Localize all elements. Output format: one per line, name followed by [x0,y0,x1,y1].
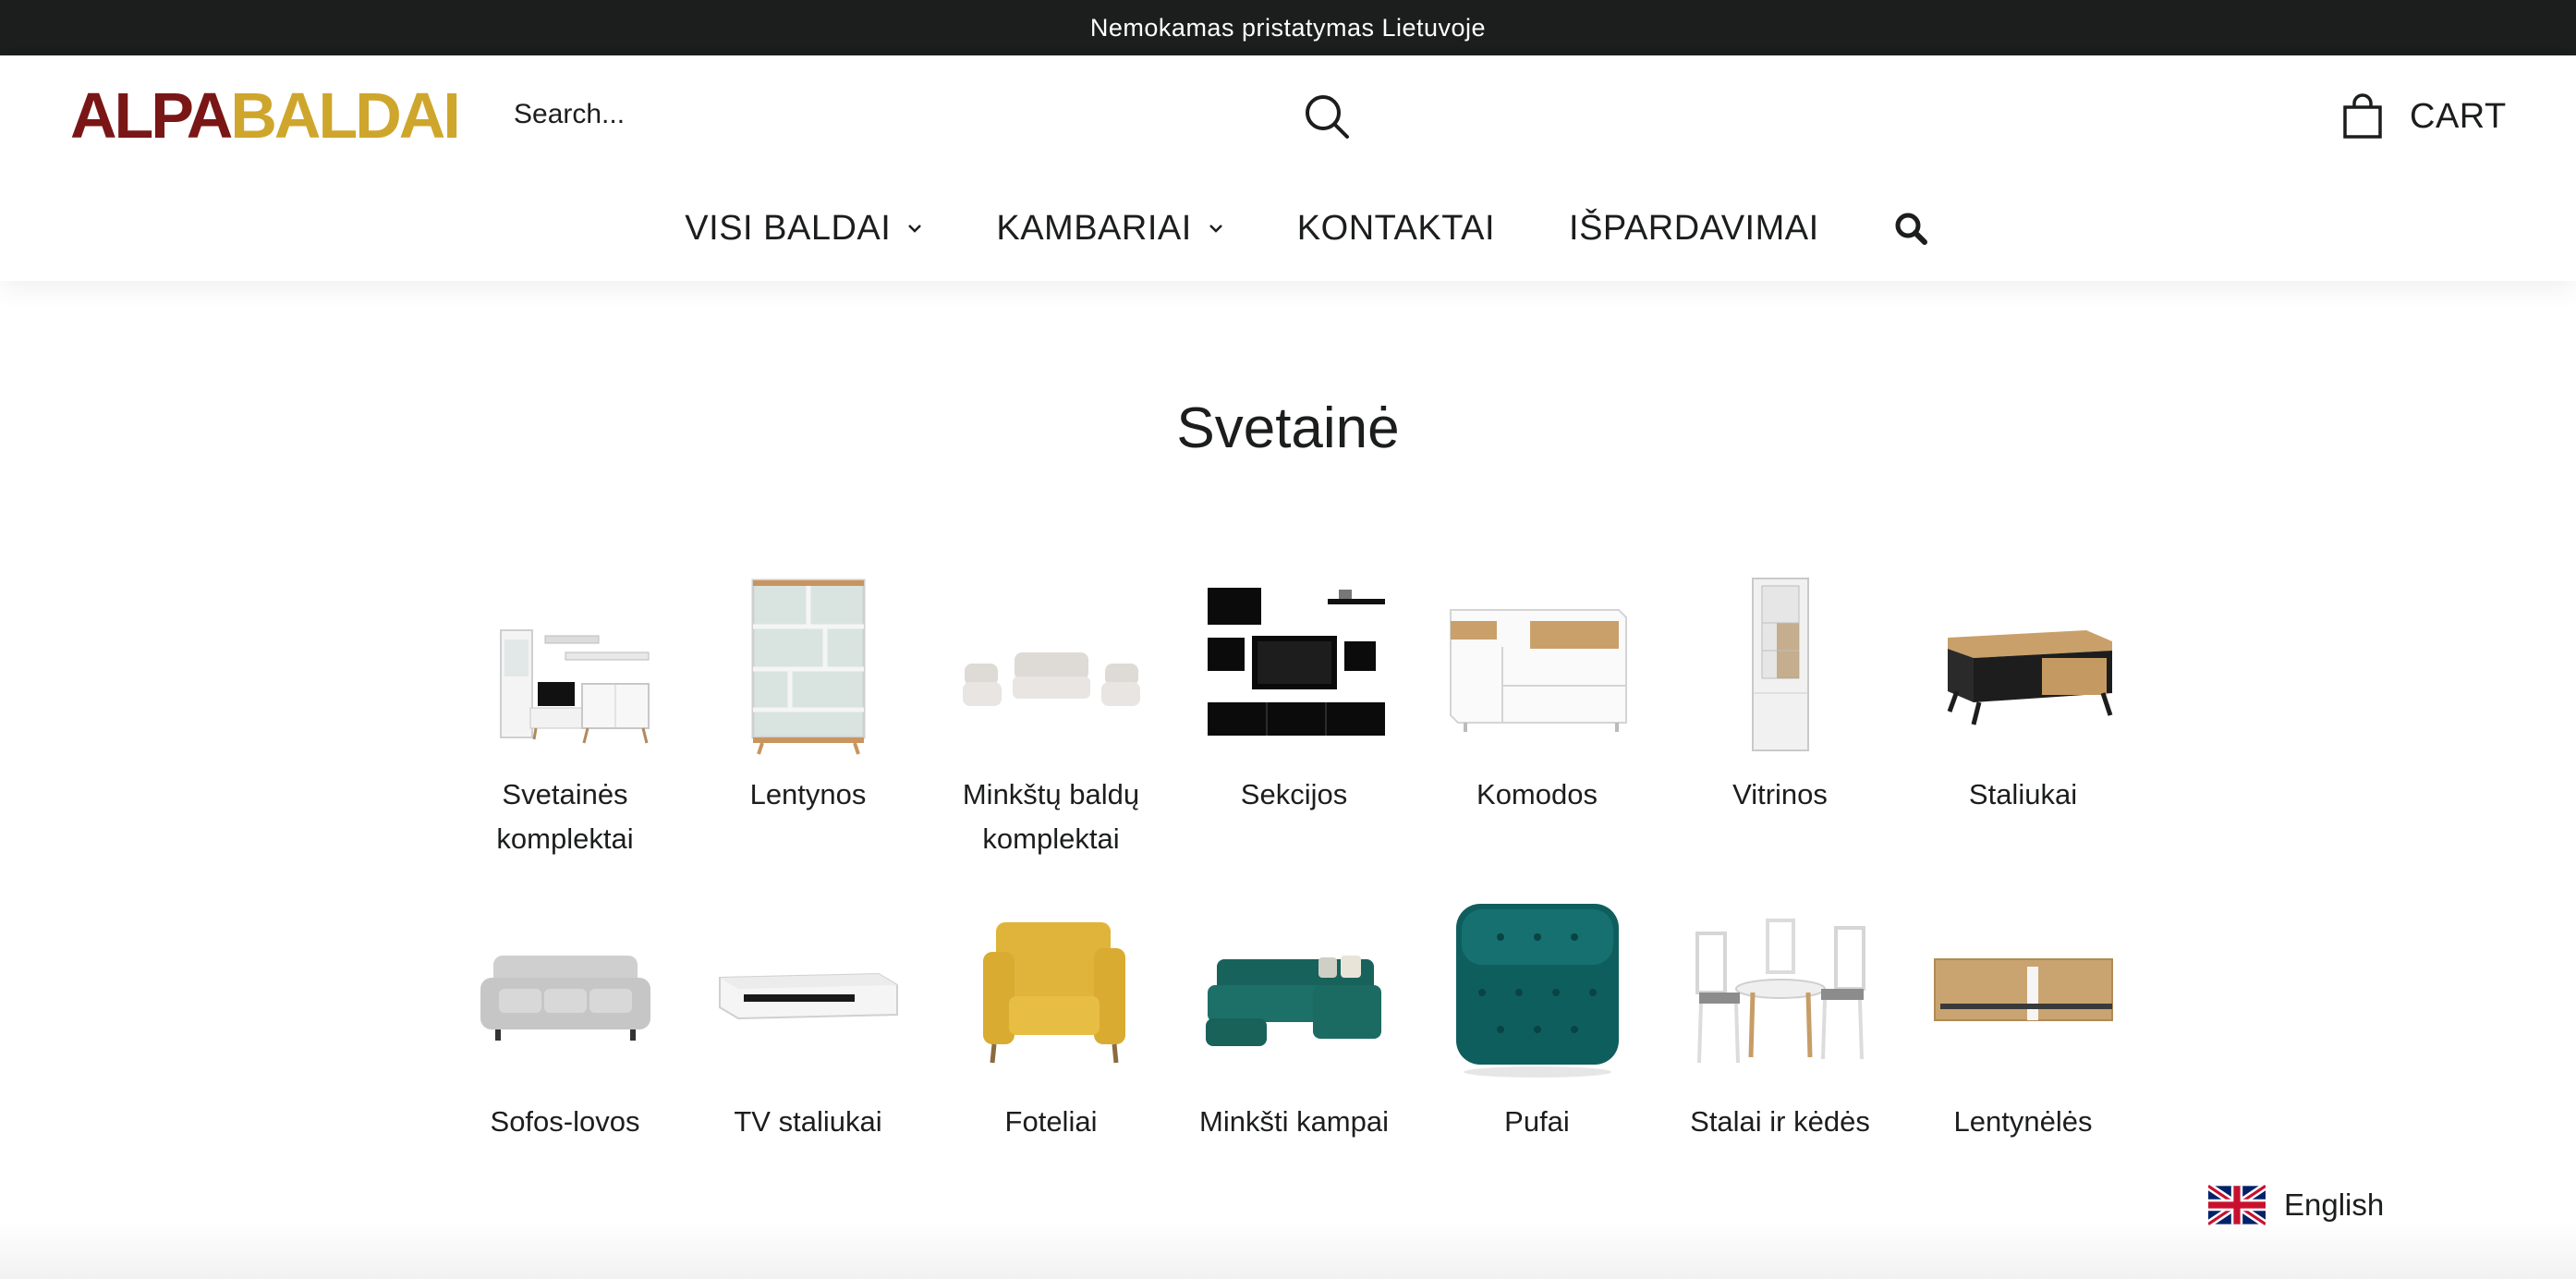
site-header: ALPA BALDAI CART VISI BALDAI KAMBARIAI [0,55,2576,281]
page-title: Svetainė [1176,396,1400,460]
search-bar [499,91,1354,139]
logo-part-2: BALDAI [230,79,460,152]
announcement-bar: Nemokamas pristatymas Lietuvoje [0,0,2576,55]
category-label: Pufai [1504,1105,1570,1138]
category-item[interactable]: TV staliukai [687,900,930,1144]
chevron-down-icon [1209,225,1222,233]
category-label: Foteliai [1004,1105,1098,1138]
category-item[interactable]: Vitrinos [1659,573,1902,861]
coffee-table-icon [1931,573,2116,758]
sofa-set-icon [959,573,1144,758]
nav-item-ispardavimai[interactable]: IŠPARDAVIMAI [1569,209,1819,249]
category-item[interactable]: Lentynos [687,573,930,861]
category-item[interactable]: Stalai ir kėdės [1659,900,1902,1144]
category-item[interactable]: Foteliai [930,900,1173,1144]
category-item[interactable]: Staliukai [1902,573,2145,861]
main-nav: VISI BALDAI KAMBARIAI KONTAKTAI IŠPARDAV… [0,201,2576,255]
category-label: Svetainės komplektai [496,778,634,855]
search-input[interactable] [499,99,1275,130]
chevron-down-icon [908,225,922,233]
nav-item-visi-baldai[interactable]: VISI BALDAI [685,209,922,249]
nav-item-label: KONTAKTAI [1296,208,1496,248]
category-grid: Svetainės komplektai Lentynos Minkštų ba… [444,573,2151,1144]
dresser-icon [1445,573,1630,758]
category-item[interactable]: Minkštų baldų komplektai [930,573,1173,861]
category-item[interactable]: Svetainės komplektai [444,573,687,861]
category-label: Stalai ir kėdės [1690,1105,1870,1138]
category-label: Komodos [1476,778,1598,810]
wall-unit-icon [1202,573,1387,758]
category-label: Sekcijos [1240,778,1348,810]
armchair-icon [959,900,1144,1085]
uk-flag-icon [2208,1185,2266,1225]
category-label: Vitrinos [1732,778,1828,810]
nav-item-kambariai[interactable]: KAMBARIAI [996,209,1222,249]
category-item[interactable]: Lentynėlės [1902,900,2145,1144]
category-label: Minkšti kampai [1199,1105,1389,1138]
tv-stand-icon [716,900,901,1085]
language-label: English [2284,1188,2385,1222]
category-item[interactable]: Sofos-lovos [444,900,687,1144]
category-label: TV staliukai [734,1105,882,1138]
corner-sofa-icon [1202,900,1387,1085]
nav-item-label: IŠPARDAVIMAI [1569,208,1819,248]
wall-shelf-icon [1931,900,2116,1085]
language-selector[interactable]: English [2208,1185,2384,1225]
nav-search-icon[interactable] [1893,211,1928,246]
category-label: Lentynos [749,778,867,810]
display-cabinet-icon [1688,573,1873,758]
table-chairs-icon [1688,900,1873,1085]
category-item[interactable]: Sekcijos [1173,573,1416,861]
logo-part-1: ALPA [70,79,233,152]
category-label: Sofos-lovos [490,1105,640,1138]
nav-item-kontaktai[interactable]: KONTAKTAI [1297,209,1495,249]
cart-button[interactable]: CART [2341,92,2507,140]
nav-item-label: KAMBARIAI [996,208,1192,248]
logo[interactable]: ALPA BALDAI [70,79,461,152]
category-label: Minkštų baldų komplektai [962,778,1140,855]
cart-label: CART [2410,96,2507,136]
shopping-bag-icon [2343,93,2382,139]
bookshelf-icon [716,573,901,758]
search-icon[interactable] [1301,91,1353,142]
nav-item-label: VISI BALDAI [685,208,892,248]
pouf-icon [1445,900,1630,1085]
category-item[interactable]: Pufai [1416,900,1659,1144]
footer-fade [0,1222,2576,1279]
category-label: Staliukai [1968,778,2078,810]
category-label: Lentynėlės [1953,1105,2093,1138]
living-room-set-icon [473,573,658,758]
announcement-text: Nemokamas pristatymas Lietuvoje [1089,13,1487,42]
sofa-bed-icon [473,900,658,1085]
category-item[interactable]: Komodos [1416,573,1659,861]
category-item[interactable]: Minkšti kampai [1173,900,1416,1144]
